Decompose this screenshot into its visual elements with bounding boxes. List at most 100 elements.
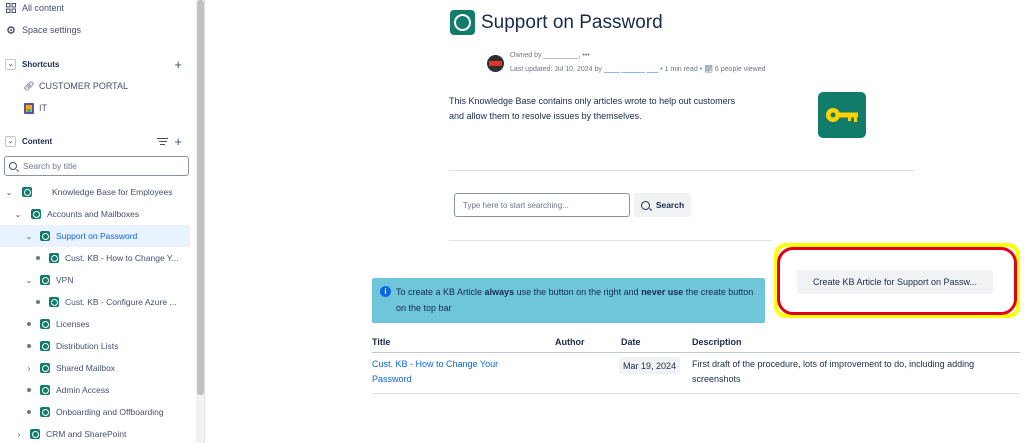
- tree-item-label: VPN: [56, 275, 74, 285]
- grid-icon: [4, 1, 18, 15]
- tree-item-shared-mailbox[interactable]: › Shared Mailbox: [24, 357, 204, 379]
- search-icon: [640, 200, 650, 210]
- key-icon: [818, 92, 866, 138]
- tree-item-knowledge-base[interactable]: ⌄ Knowledge Base for Employees: [4, 181, 194, 203]
- tree-item-cust-kb-change[interactable]: Cust. KB - How to Change Y...: [33, 247, 183, 269]
- bullet-icon: [27, 344, 31, 348]
- views-count[interactable]: 6 people viewed: [715, 66, 766, 73]
- chevron-right-icon[interactable]: ›: [24, 364, 34, 373]
- chevron-down-icon[interactable]: ⌄: [13, 210, 23, 219]
- last-updated-user-link[interactable]: ____ ______ ___: [604, 66, 659, 73]
- tree-item-licenses[interactable]: Licenses: [24, 313, 204, 335]
- page-icon: [40, 275, 50, 285]
- sidebar-item-all-content[interactable]: All content: [4, 0, 194, 19]
- tree-item-support-on-password[interactable]: ⌄ Support on Password: [0, 225, 190, 247]
- search-placeholder: Search by title: [23, 161, 77, 171]
- table-cell-date: Mar 19, 2024: [619, 357, 681, 374]
- tree-item-label: Admin Access: [56, 385, 110, 395]
- search-icon: [9, 162, 17, 170]
- chevron-right-icon[interactable]: ›: [14, 430, 24, 439]
- kb-search-input[interactable]: Type here to start searching...: [454, 193, 630, 217]
- chevron-down-icon[interactable]: ⌄: [5, 135, 16, 147]
- sidebar-item-label: All content: [22, 3, 65, 13]
- chevron-down-icon[interactable]: ⌄: [24, 276, 34, 285]
- add-shortcut-icon[interactable]: +: [174, 57, 182, 72]
- shortcut-label: CUSTOMER PORTAL: [39, 81, 129, 91]
- page-icon: [30, 429, 40, 439]
- intro-text: This Knowledge Base contains only articl…: [449, 96, 736, 121]
- section-heading: Shortcuts: [22, 59, 60, 69]
- kb-search-placeholder: Type here to start searching...: [463, 200, 569, 210]
- tree-item-cust-kb-azure[interactable]: Cust. KB - Configure Azure ...: [33, 291, 183, 313]
- page-icon: [40, 407, 50, 417]
- sidebar: All content Space settings ⌄ Shortcuts +…: [0, 0, 205, 443]
- table-header-date[interactable]: Date: [621, 337, 641, 347]
- tree-item-label: Knowledge Base for Employees: [52, 187, 173, 197]
- tree-item-distribution-lists[interactable]: Distribution Lists: [24, 335, 204, 357]
- table-header-author[interactable]: Author: [555, 337, 585, 347]
- bullet-icon: [36, 300, 40, 304]
- table-cell-title-link[interactable]: Cust. KB - How to Change Your Password: [372, 357, 532, 387]
- sidebar-search-input[interactable]: Search by title: [4, 156, 189, 176]
- page-icon: [49, 253, 59, 263]
- shortcut-label: IT: [39, 103, 47, 113]
- bullet-icon: [27, 410, 31, 414]
- divider: [449, 240, 772, 241]
- page-icon: [40, 319, 50, 329]
- page-icon: [40, 341, 50, 351]
- shortcuts-section-header[interactable]: ⌄ Shortcuts +: [0, 54, 190, 74]
- bullet-icon: [36, 256, 40, 260]
- page-icon: [40, 385, 50, 395]
- scrollbar-thumb[interactable]: [197, 0, 204, 395]
- tree-item-label: Onboarding and Offboarding: [56, 407, 164, 417]
- search-button-label: Search: [655, 200, 685, 210]
- shortcut-it[interactable]: IT: [22, 97, 204, 119]
- page-icon: [31, 209, 41, 219]
- sidebar-item-space-settings[interactable]: Space settings: [4, 19, 194, 41]
- sidebar-scrollbar[interactable]: [196, 0, 204, 443]
- create-content-icon[interactable]: +: [174, 134, 182, 149]
- chevron-down-icon[interactable]: ⌄: [24, 232, 34, 241]
- info-icon: i: [380, 286, 391, 297]
- kb-search-button[interactable]: Search: [634, 193, 691, 217]
- tree-item-label: Distribution Lists: [56, 341, 119, 351]
- avatar[interactable]: [487, 55, 504, 72]
- tree-item-label: Shared Mailbox: [56, 363, 116, 373]
- table-cell-description: First draft of the procedure, lots of im…: [692, 359, 975, 384]
- content-section-header[interactable]: ⌄ Content +: [0, 131, 190, 151]
- space-logo-icon: [22, 101, 36, 115]
- filter-icon[interactable]: [157, 136, 168, 147]
- tree-item-label: Cust. KB - Configure Azure ...: [65, 297, 177, 307]
- section-heading: Content: [22, 136, 53, 146]
- page-icon: [22, 187, 32, 197]
- tree-item-accounts-mailboxes[interactable]: ⌄ Accounts and Mailboxes: [13, 203, 203, 225]
- table-header-title[interactable]: Title: [372, 337, 390, 347]
- last-updated: Last updated: Jul 10, 2024 by ____ _____…: [510, 65, 766, 73]
- create-kb-article-button[interactable]: Create KB Article for Support on Passw..…: [797, 270, 993, 294]
- tree-item-admin-access[interactable]: Admin Access: [24, 379, 204, 401]
- tree-item-vpn[interactable]: ⌄ VPN: [24, 269, 204, 291]
- table-header-description[interactable]: Description: [692, 337, 742, 347]
- tree-item-label: CRM and SharePoint: [46, 429, 127, 439]
- tree-item-label: Accounts and Mailboxes: [47, 209, 140, 219]
- last-updated-text: Last updated: Jul 10, 2024 by: [510, 66, 604, 73]
- page-icon: [40, 231, 50, 241]
- sidebar-item-label: Space settings: [22, 25, 82, 35]
- bullet-icon: [27, 388, 31, 392]
- chevron-down-icon[interactable]: ⌄: [5, 58, 16, 70]
- shortcut-customer-portal[interactable]: 🔗︎ CUSTOMER PORTAL: [22, 75, 204, 97]
- info-text: To create a KB Article always use the bu…: [396, 287, 754, 313]
- tree-item-onboarding[interactable]: Onboarding and Offboarding: [24, 401, 204, 423]
- owned-by: Owned by _________, •••: [510, 52, 590, 59]
- page-icon: [49, 297, 59, 307]
- analytics-icon: 📈︎: [704, 66, 713, 73]
- info-panel: i To create a KB Article always use the …: [372, 278, 765, 323]
- read-time: • 1 min read •: [660, 66, 703, 73]
- chevron-down-icon[interactable]: ⌄: [4, 188, 14, 197]
- tree-item-label: Cust. KB - How to Change Y...: [65, 253, 179, 263]
- page-icon: [40, 363, 50, 373]
- table-header-divider: [372, 352, 1020, 353]
- tree-item-crm-sharepoint[interactable]: › CRM and SharePoint: [14, 423, 204, 443]
- table-row-divider: [372, 393, 1020, 394]
- tree-item-label: Licenses: [56, 319, 90, 329]
